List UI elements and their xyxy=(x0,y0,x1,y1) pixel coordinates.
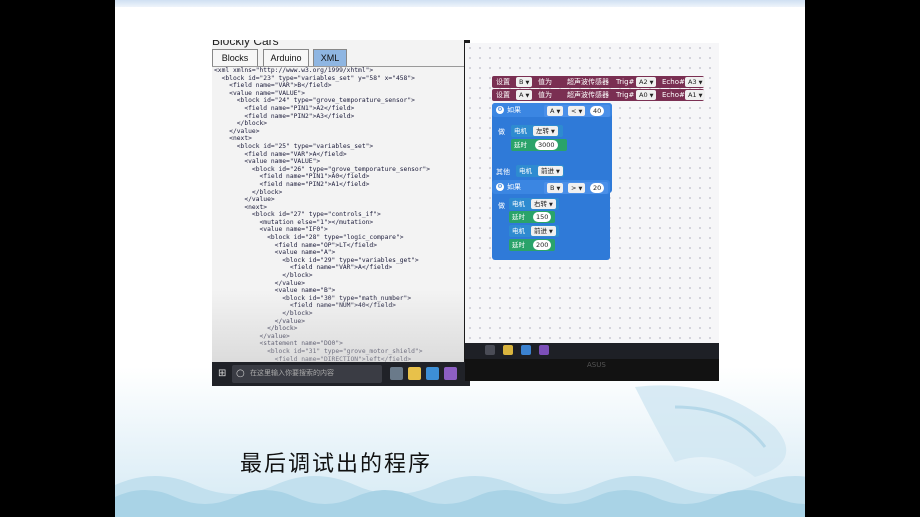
windows-taskbar xyxy=(465,343,719,359)
variable-dropdown[interactable]: B ▼ xyxy=(516,77,533,87)
delay-block[interactable]: 延时 150 xyxy=(509,211,555,223)
operator-dropdown[interactable]: > ▼ xyxy=(568,183,586,193)
echo-pin-dropdown[interactable]: A1 ▼ xyxy=(685,90,706,100)
motor-direction-dropdown[interactable]: 前进 ▼ xyxy=(538,166,563,176)
motor-label: 电机 xyxy=(519,167,532,175)
app-icon[interactable] xyxy=(444,367,457,380)
task-view-icon[interactable] xyxy=(390,367,403,380)
slide-top-band xyxy=(115,0,805,7)
monitor-bezel: ASUS xyxy=(465,359,719,381)
variable-dropdown[interactable]: A ▼ xyxy=(547,106,564,116)
else-label: 其他 xyxy=(496,168,510,176)
set-label: 设置 xyxy=(496,91,510,99)
slide-caption: 最后调试出的程序 xyxy=(240,452,433,477)
to-label: 值为 xyxy=(538,91,552,99)
xml-editor-screen: Blockly Cars Blocks Arduino XML <xml xml… xyxy=(212,40,464,362)
dropdown-arrow-icon: ▼ xyxy=(525,80,530,86)
delay-label: 延时 xyxy=(514,141,527,149)
delay-value-field[interactable]: 150 xyxy=(533,212,552,222)
tab-arduino[interactable]: Arduino xyxy=(263,49,309,66)
motor-label: 电机 xyxy=(512,227,525,235)
trig-label: Trig# xyxy=(616,91,635,99)
browser-icon[interactable] xyxy=(426,367,439,380)
file-explorer-icon[interactable] xyxy=(503,345,513,355)
set-label: 设置 xyxy=(496,78,510,86)
motor-label: 电机 xyxy=(512,200,525,208)
number-field[interactable]: 20 xyxy=(590,183,605,193)
trig-pin-dropdown[interactable]: A2 ▼ xyxy=(636,77,657,87)
motor-label: 电机 xyxy=(514,127,527,135)
trig-label: Trig# xyxy=(616,78,635,86)
browser-icon[interactable] xyxy=(521,345,531,355)
motor-block[interactable]: 电机 前进 ▼ xyxy=(509,225,559,237)
do-label: 做 xyxy=(498,202,505,210)
set-variable-block[interactable]: 设置 B ▼ 值为 超声波传感器 Trig# A2 ▼ Echo# A3 ▼ xyxy=(492,76,706,88)
search-icon: ○ xyxy=(236,368,245,379)
do-label: 做 xyxy=(498,128,505,136)
compare-block[interactable]: B ▼ > ▼ 20 xyxy=(544,182,608,194)
echo-pin-dropdown[interactable]: A3 ▼ xyxy=(685,77,706,87)
delay-value-field[interactable]: 200 xyxy=(533,240,552,250)
screen-glare xyxy=(212,290,464,362)
taskbar-search-box[interactable]: ○ 在这里输入你要搜索的内容 xyxy=(232,365,382,383)
app-icon[interactable] xyxy=(539,345,549,355)
sensor-label: 超声波传感器 xyxy=(567,91,609,99)
delay-block[interactable]: 延时 200 xyxy=(509,239,555,251)
motor-block[interactable]: 电机 左转 ▼ xyxy=(511,125,563,137)
gear-icon[interactable]: ⚙ xyxy=(496,183,504,191)
set-variable-block[interactable]: 设置 A ▼ 值为 超声波传感器 Trig# A0 ▼ Echo# A1 ▼ xyxy=(492,89,706,101)
motor-block[interactable]: 电机 右转 ▼ xyxy=(509,198,559,210)
motor-block[interactable]: 电机 前进 ▼ xyxy=(516,165,564,177)
slide: Blockly Cars Blocks Arduino XML <xml xml… xyxy=(115,0,805,517)
decorative-wave-background xyxy=(115,367,805,517)
windows-start-icon[interactable]: ⊞ xyxy=(218,369,228,379)
number-field[interactable]: 40 xyxy=(590,106,605,116)
taskbar-search-placeholder: 在这里输入你要搜索的内容 xyxy=(250,369,334,377)
compare-block[interactable]: A ▼ < ▼ 40 xyxy=(544,105,610,117)
monitor-brand-logo: ASUS xyxy=(587,361,606,369)
blocks-workspace[interactable]: 设置 B ▼ 值为 超声波传感器 Trig# A2 ▼ Echo# A3 ▼ 设置 A… xyxy=(465,43,719,343)
task-view-icon[interactable] xyxy=(485,345,495,355)
if-block[interactable]: ⚙ 如果 B ▼ > ▼ 20 做 电机 右转 ▼ 延时 150 电机 前进 ▼… xyxy=(492,180,610,260)
trig-pin-dropdown[interactable]: A0 ▼ xyxy=(636,90,657,100)
operator-dropdown[interactable]: < ▼ xyxy=(568,106,586,116)
photo-xml-editor: Blockly Cars Blocks Arduino XML <xml xml… xyxy=(212,40,470,386)
delay-label: 延时 xyxy=(512,241,525,249)
photo-blocks-editor: 设置 B ▼ 值为 超声波传感器 Trig# A2 ▼ Echo# A3 ▼ 设置 A… xyxy=(465,43,719,381)
sensor-label: 超声波传感器 xyxy=(567,78,609,86)
to-label: 值为 xyxy=(538,78,552,86)
echo-label: Echo# xyxy=(662,91,685,99)
editor-tab-bar: Blocks Arduino XML xyxy=(212,47,464,67)
variable-dropdown[interactable]: A ▼ xyxy=(516,90,533,100)
delay-block[interactable]: 延时 3000 xyxy=(511,139,567,151)
gear-icon[interactable]: ⚙ xyxy=(496,106,504,114)
motor-direction-dropdown[interactable]: 左转 ▼ xyxy=(533,126,558,136)
echo-label: Echo# xyxy=(662,78,685,86)
tab-blocks[interactable]: Blocks xyxy=(212,49,258,66)
windows-taskbar: ⊞ ○ 在这里输入你要搜索的内容 xyxy=(212,362,470,386)
delay-value-field[interactable]: 3000 xyxy=(535,140,558,150)
delay-label: 延时 xyxy=(512,213,525,221)
variable-dropdown[interactable]: B ▼ xyxy=(547,183,564,193)
motor-direction-dropdown[interactable]: 右转 ▼ xyxy=(531,199,556,209)
if-label: 如果 xyxy=(507,183,521,191)
if-label: 如果 xyxy=(507,106,521,114)
motor-direction-dropdown[interactable]: 前进 ▼ xyxy=(531,226,556,236)
tab-xml[interactable]: XML xyxy=(313,49,347,66)
file-explorer-icon[interactable] xyxy=(408,367,421,380)
